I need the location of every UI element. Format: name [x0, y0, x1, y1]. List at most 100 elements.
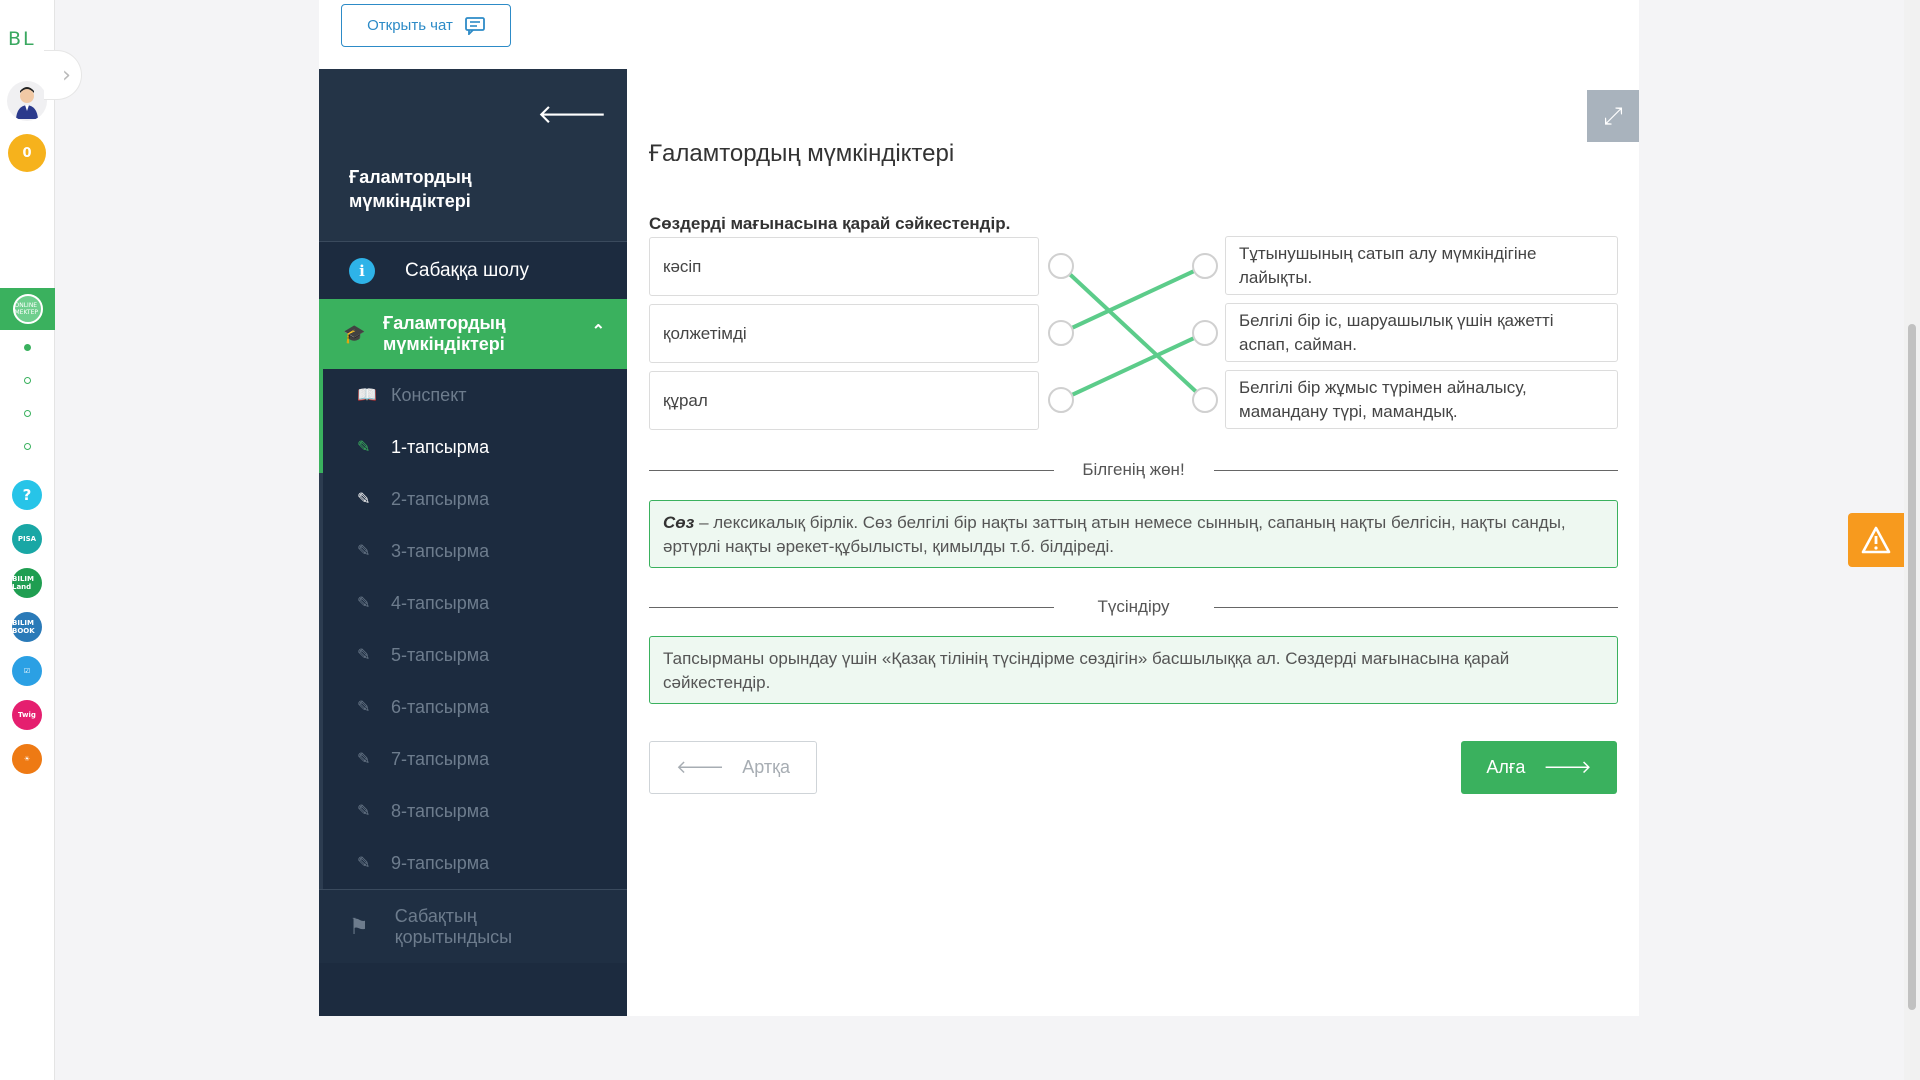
report-problem-button[interactable] — [1848, 513, 1904, 567]
match-left-handle[interactable] — [1048, 253, 1074, 279]
match-left-item[interactable]: қолжетімді — [649, 304, 1039, 363]
sidebar-item-task[interactable]: ✎ 6-тапсырма — [323, 681, 627, 733]
warning-icon — [1861, 526, 1891, 554]
coin-counter[interactable]: 0 — [8, 134, 46, 172]
sidebar-item-label: 4-тапсырма — [391, 592, 490, 613]
open-chat-button[interactable]: Открыть чат — [341, 4, 511, 47]
sidebar-item-label: Сабақтың қорытындысы — [394, 905, 513, 947]
hint-box: Сөз – лексикалық бірлік. Сөз белгілі бір… — [649, 500, 1618, 568]
edit-icon: ✎ — [357, 647, 371, 664]
sidebar-item-overview[interactable]: i Сабаққа шолу — [319, 241, 627, 299]
sidebar-item-task[interactable]: ✎ 2-тапсырма — [323, 473, 627, 525]
task-instruction: Сөздерді мағынасына қарай сәйкестендір. — [649, 214, 1011, 233]
edit-icon: ✎ — [357, 491, 371, 508]
next-label: Алға — [1486, 757, 1526, 777]
rail-app-help-icon[interactable]: ? — [12, 480, 42, 510]
sidebar-item-label: 5-тапсырма — [391, 644, 490, 665]
page-scrollbar[interactable] — [1904, 0, 1920, 1080]
online-mektep-icon: ONLINE MEKTEP — [12, 294, 43, 324]
sidebar-item-label: Конспект — [391, 384, 467, 405]
sidebar-item-task[interactable]: ✎ 8-тапсырма — [323, 785, 627, 837]
hint-text: – лексикалық бірлік. Сөз белгілі бір нақ… — [663, 513, 1566, 556]
rail-app-test-icon[interactable]: ☑ — [12, 656, 42, 686]
graduation-cap-icon: 🎓 — [343, 323, 366, 344]
rail-step-dot[interactable] — [24, 344, 31, 351]
sidebar-item-label: 2-тапсырма — [391, 488, 490, 509]
lesson-sidebar: 🡐 Ғаламтордың мүмкіндіктері i Сабаққа шо… — [319, 69, 627, 1016]
match-left-item[interactable]: кәсіп — [649, 237, 1039, 296]
page-title: Ғаламтордың мүмкіндіктері — [649, 140, 955, 167]
match-left-handle[interactable] — [1048, 320, 1074, 346]
sidebar-item-task[interactable]: ✎ 3-тапсырма — [323, 525, 627, 577]
sidebar-item-task[interactable]: ✎ 9-тапсырма — [323, 837, 627, 889]
sidebar-item-label: 3-тапсырма — [391, 540, 490, 561]
sidebar-item-label: 1-тапсырма — [391, 436, 490, 457]
explain-label: Түсіндіру — [1097, 597, 1170, 616]
edit-icon: ✎ — [357, 699, 371, 716]
chevron-up-icon[interactable]: ⌃ — [592, 321, 605, 342]
rail-step-dot[interactable] — [24, 377, 31, 384]
scrollbar-thumb[interactable] — [1908, 324, 1916, 1010]
collapse-arrow-left-icon[interactable]: 🡐 — [537, 99, 607, 130]
hint-divider: Білгенің жөн! — [649, 458, 1618, 482]
explain-text: Тапсырманы орындау үшін «Қазақ тілінің т… — [663, 649, 1510, 692]
edit-icon: ✎ — [357, 803, 371, 820]
edit-icon: ✎ — [357, 855, 371, 872]
rail-expand-chevron-icon[interactable]: › — [44, 50, 82, 100]
rail-app-mektep-icon[interactable]: ☀ — [12, 744, 42, 774]
sidebar-item-summary[interactable]: ⚑ Сабақтың қорытындысы — [319, 889, 627, 963]
app-rail: BL 0 ONLINE MEKTEP ? PISA BILIM Land BILIM … — [0, 0, 55, 1080]
avatar[interactable] — [7, 81, 47, 121]
match-right-item[interactable]: Тұтынушының сатып алу мүмкіндігіне лайық… — [1225, 236, 1618, 295]
match-connection-line[interactable] — [1060, 264, 1206, 335]
lesson-card: Открыть чат 🡐 Ғаламтордың мүмкіндіктері … — [319, 0, 1639, 1016]
arrow-right-icon: 🡒 — [1543, 757, 1592, 777]
match-right-item[interactable]: Белгілі бір жұмыс түрімен айналысу, мама… — [1225, 370, 1618, 429]
arrow-left-icon: 🡐 — [675, 757, 725, 777]
sidebar-lesson-title: Ғаламтордың мүмкіндіктері — [349, 167, 472, 211]
info-icon: i — [349, 257, 375, 284]
sidebar-item-label: 6-тапсырма — [391, 696, 490, 717]
match-left-handle[interactable] — [1048, 387, 1074, 413]
rail-app-online-mektep[interactable]: ONLINE MEKTEP — [0, 288, 55, 330]
match-right-handle[interactable] — [1192, 320, 1218, 346]
open-chat-label: Открыть чат — [367, 17, 453, 34]
rail-app-bilimland-icon[interactable]: BILIM Land — [12, 568, 42, 598]
sidebar-item-task[interactable]: 📖 Конспект — [323, 369, 627, 421]
sidebar-item-task[interactable]: ✎ 7-тапсырма — [323, 733, 627, 785]
sidebar-section-label: Ғаламтордың мүмкіндіктері — [383, 313, 506, 354]
edit-icon: ✎ — [357, 751, 371, 768]
next-button[interactable]: Алға 🡒 — [1461, 741, 1617, 794]
bl-logo[interactable]: BL — [8, 28, 36, 50]
match-connection-line[interactable] — [1060, 331, 1206, 402]
rail-step-dot[interactable] — [24, 410, 31, 417]
rail-app-bilimbook-icon[interactable]: BILIM BOOK — [12, 612, 42, 642]
sidebar-header: 🡐 Ғаламтордың мүмкіндіктері — [319, 69, 627, 241]
explain-box: Тапсырманы орындау үшін «Қазақ тілінің т… — [649, 636, 1618, 704]
match-connection-line[interactable] — [1059, 264, 1207, 402]
match-left-item[interactable]: құрал — [649, 371, 1039, 430]
fullscreen-expand-icon[interactable]: ⤢ — [1587, 90, 1639, 142]
sidebar-item-label: 7-тапсырма — [391, 748, 490, 769]
rail-app-pisa-icon[interactable]: PISA — [12, 524, 42, 554]
match-right-item[interactable]: Белгілі бір іс, шаруашылық үшін қажетті … — [1225, 303, 1618, 362]
sidebar-item-task[interactable]: ✎ 1-тапсырма — [323, 421, 627, 473]
sidebar-item-label: 8-тапсырма — [391, 800, 490, 821]
sidebar-item-task[interactable]: ✎ 5-тапсырма — [323, 629, 627, 681]
match-connections — [1059, 264, 1207, 402]
sidebar-item-label: 9-тапсырма — [391, 852, 490, 873]
match-right-handle[interactable] — [1192, 387, 1218, 413]
edit-icon: ✎ — [357, 543, 371, 560]
book-icon: 📖 — [357, 387, 377, 404]
edit-icon: ✎ — [357, 439, 371, 456]
rail-step-dot[interactable] — [24, 443, 31, 450]
match-right-handle[interactable] — [1192, 253, 1218, 279]
flag-icon: ⚑ — [349, 914, 369, 939]
hint-term: Сөз — [663, 513, 695, 532]
back-button[interactable]: 🡐 Артқа — [649, 741, 817, 794]
rail-app-twig-icon[interactable]: Twig — [12, 700, 42, 730]
back-label: Артқа — [742, 757, 791, 777]
sidebar-item-task[interactable]: ✎ 4-тапсырма — [323, 577, 627, 629]
sidebar-section-topic[interactable]: 🎓 Ғаламтордың мүмкіндіктері ⌃ — [319, 299, 627, 369]
hint-label: Білгенің жөн! — [1082, 460, 1185, 479]
